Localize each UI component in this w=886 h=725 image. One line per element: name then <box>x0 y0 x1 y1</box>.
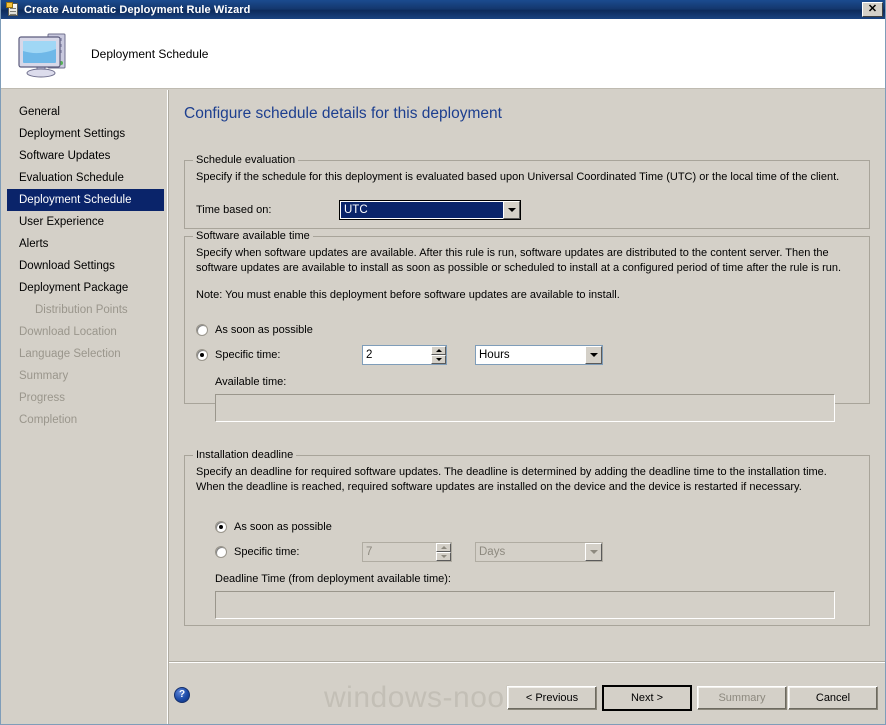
available-specific-radio-row[interactable]: Specific time: 2 Hours <box>196 344 858 365</box>
page-title: Configure schedule details for this depl… <box>184 105 502 122</box>
sidebar-item-deployment-schedule[interactable]: Deployment Schedule <box>7 189 164 211</box>
available-unit-value: Hours <box>479 348 510 361</box>
available-specific-radio[interactable] <box>196 348 208 361</box>
available-amount-value: 2 <box>366 348 373 361</box>
software-available-time-group: Software available time Specify when sof… <box>184 230 870 422</box>
deadline-unit-value: Days <box>479 546 506 558</box>
sidebar-item-deployment-settings[interactable]: Deployment Settings <box>7 123 164 145</box>
close-icon[interactable]: ✕ <box>862 2 883 17</box>
sidebar-item-download-settings[interactable]: Download Settings <box>7 255 164 277</box>
available-amount-stepper[interactable]: 2 <box>362 344 447 365</box>
previous-button[interactable]: < Previous <box>507 686 597 710</box>
deadline-time-label: Deadline Time (from deployment available… <box>215 573 451 585</box>
available-unit-select[interactable]: Hours <box>475 344 603 365</box>
stepper-down-icon <box>436 552 451 561</box>
wizard-sidebar: General Deployment Settings Software Upd… <box>2 90 168 724</box>
deadline-amount-stepper: 7 <box>362 542 452 562</box>
wizard-clipboard-icon <box>5 1 21 18</box>
sidebar-item-completion: Completion <box>19 414 78 426</box>
sidebar-item-user-experience[interactable]: User Experience <box>7 211 164 233</box>
available-asap-radio[interactable] <box>196 323 208 336</box>
available-time-field[interactable] <box>215 393 835 422</box>
software-available-time-note: Note: You must enable this deployment be… <box>196 289 620 301</box>
sidebar-item-progress: Progress <box>19 392 66 404</box>
time-based-on-select[interactable]: UTC <box>339 199 521 220</box>
help-question-icon[interactable]: ? <box>174 687 190 703</box>
time-based-on-label: Time based on: <box>196 203 272 216</box>
deadline-specific-label: Specific time: <box>234 546 300 558</box>
next-button[interactable]: Next > <box>602 685 692 711</box>
installation-deadline-description: Specify an deadline for required softwar… <box>196 466 827 493</box>
deadline-asap-radio[interactable] <box>215 521 227 533</box>
wizard-footer: ? windows-noob.com < Previous Next > Sum… <box>169 663 885 724</box>
software-available-time-description: Specify when software updates are availa… <box>196 247 842 274</box>
schedule-evaluation-description: Specify if the schedule for this deploym… <box>196 171 840 183</box>
cancel-button[interactable]: Cancel <box>788 686 878 710</box>
stepper-up-icon[interactable] <box>431 345 446 355</box>
deadline-specific-radio-row[interactable]: Specific time: 7 Days <box>215 542 858 562</box>
sidebar-item-summary: Summary <box>19 370 69 382</box>
available-time-label: Available time: <box>215 375 287 388</box>
deadline-asap-label: As soon as possible <box>234 521 332 533</box>
chevron-down-icon <box>585 543 602 561</box>
title-bar: Create Automatic Deployment Rule Wizard … <box>1 0 885 19</box>
chevron-down-icon[interactable] <box>585 345 602 364</box>
deadline-specific-radio[interactable] <box>215 546 227 558</box>
window-title: Create Automatic Deployment Rule Wizard <box>24 3 251 16</box>
deadline-asap-radio-row[interactable]: As soon as possible <box>215 521 858 533</box>
time-based-on-value: UTC <box>341 201 503 218</box>
sidebar-item-distribution-points: Distribution Points <box>35 304 128 316</box>
stepper-down-icon[interactable] <box>431 354 446 364</box>
available-specific-label: Specific time: <box>215 348 281 361</box>
deadline-time-field[interactable] <box>215 591 835 619</box>
sidebar-item-language-selection: Language Selection <box>19 348 121 360</box>
available-asap-label: As soon as possible <box>215 323 313 336</box>
deadline-unit-select: Days <box>475 542 603 562</box>
installation-deadline-group: Installation deadline Specify an deadlin… <box>184 449 870 626</box>
sidebar-item-download-location: Download Location <box>19 326 117 338</box>
deadline-amount-value: 7 <box>366 546 373 558</box>
sidebar-item-evaluation-schedule[interactable]: Evaluation Schedule <box>7 167 164 189</box>
sidebar-item-alerts[interactable]: Alerts <box>7 233 164 255</box>
computer-monitor-icon <box>15 28 77 80</box>
header-title: Deployment Schedule <box>91 46 209 61</box>
summary-button: Summary <box>697 686 787 710</box>
wizard-content: Configure schedule details for this depl… <box>169 90 885 660</box>
stepper-up-icon <box>436 543 451 552</box>
sidebar-item-deployment-package[interactable]: Deployment Package <box>7 277 164 299</box>
chevron-down-icon[interactable] <box>503 200 520 219</box>
available-asap-radio-row[interactable]: As soon as possible <box>196 323 858 336</box>
wizard-header: Deployment Schedule <box>1 19 885 89</box>
sidebar-item-software-updates[interactable]: Software Updates <box>7 145 164 167</box>
sidebar-item-general[interactable]: General <box>7 101 164 123</box>
wizard-window: Create Automatic Deployment Rule Wizard … <box>0 0 886 725</box>
schedule-evaluation-group: Schedule evaluation Specify if the sched… <box>184 154 870 229</box>
